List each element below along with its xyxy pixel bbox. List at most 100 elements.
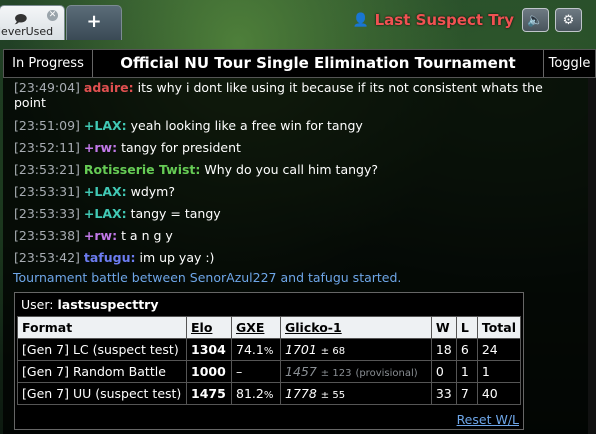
timestamp: [23:53:21] [14, 162, 80, 177]
plus-icon: + [86, 11, 102, 32]
reset-wl-link[interactable]: Reset W/L [457, 412, 519, 427]
chat-message: [23:53:33] +LAX: tangy = tangy [14, 206, 548, 221]
username-lax[interactable]: +LAX: [84, 206, 127, 221]
glicko-deviation: ± 55 [320, 390, 346, 401]
timestamp: [23:53:33] [14, 206, 80, 221]
gear-icon[interactable]: ⚙ [555, 8, 582, 32]
col-elo-label: Elo [191, 320, 213, 335]
username[interactable]: Last Suspect Try [375, 11, 514, 29]
message-text: tangy for president [121, 140, 241, 155]
table-row: [Gen 7] Random Battle 1000 – 1457 ± 123 … [17, 360, 522, 383]
chat-message: [23:53:38] +rw: t a n g y [14, 228, 548, 243]
cell-l: 1 [455, 360, 478, 383]
glicko-deviation: ± 68 [320, 346, 346, 357]
col-gxe-label: GXE [236, 320, 265, 335]
cell-l: 6 [455, 338, 478, 361]
cell-glicko: 1778 ± 55 [280, 382, 432, 405]
col-l: L [455, 316, 478, 339]
cell-elo: 1000 [186, 360, 232, 383]
message-text: yeah looking like a free win for tangy [130, 118, 363, 133]
col-glicko[interactable]: Glicko-1 [280, 316, 432, 339]
tournament-notice: Tournament battle between SenorAzul227 a… [13, 270, 402, 285]
gxe-unit: % [263, 390, 274, 401]
user-bar: 👤 Last Suspect Try 🔈 ⚙ [352, 8, 582, 32]
new-tab-button[interactable]: + [66, 5, 122, 40]
col-gxe[interactable]: GXE [231, 316, 281, 339]
table-header-row: Format Elo GXE Glicko-1 W L Total [17, 316, 522, 339]
cell-l: 7 [455, 382, 478, 405]
timestamp: [23:53:38] [14, 228, 80, 243]
glicko-value: 1457 [285, 364, 317, 379]
ladder-user-name: lastsuspecttry [57, 297, 159, 312]
chat-message: [23:52:11] +rw: tangy for president [14, 140, 548, 155]
gxe-value: 74.1 [236, 342, 264, 357]
username-rw[interactable]: +rw: [84, 140, 117, 155]
cell-total: 1 [476, 360, 522, 383]
chat-message: [23:49:04] adaire: its why i dont like u… [14, 80, 548, 110]
cell-w: 33 [430, 382, 457, 405]
username-tafugu[interactable]: tafugu: [84, 250, 136, 265]
chat-message: [23:53:21] Rotisserie Twist: Why do you … [14, 162, 548, 177]
ladder-user-line: User: lastsuspecttry [21, 297, 158, 312]
toggle-button[interactable]: Toggle [543, 50, 595, 77]
timestamp: [23:53:42] [14, 250, 80, 265]
username-lax[interactable]: +LAX: [84, 118, 127, 133]
cell-gxe: – [231, 360, 281, 383]
glicko-value: 1701 [285, 342, 317, 357]
username-rw[interactable]: +rw: [84, 228, 117, 243]
chat-message: [23:51:09] +LAX: yeah looking like a fre… [14, 118, 548, 133]
message-text: tangy = tangy [130, 206, 221, 221]
cell-total: 40 [476, 382, 522, 405]
cell-elo: 1475 [186, 382, 232, 405]
chat-message: [23:53:42] tafugu: im up yay :) [14, 250, 548, 265]
timestamp: [23:51:09] [14, 118, 80, 133]
glicko-value: 1778 [285, 386, 317, 401]
cell-gxe: 81.2% [231, 382, 281, 405]
message-text: im up yay :) [139, 250, 215, 265]
message-text: wdym? [130, 184, 175, 199]
username-rotisserie-twist[interactable]: Rotisserie Twist: [84, 162, 201, 177]
table-row: [Gen 7] UU (suspect test) 1475 81.2% 177… [17, 382, 522, 405]
speaker-icon[interactable]: 🔈 [522, 8, 549, 32]
cell-elo: 1304 [186, 338, 232, 361]
col-glicko-label: Glicko-1 [285, 320, 342, 335]
gxe-value: 81.2 [236, 386, 264, 401]
cell-w: 0 [430, 360, 457, 383]
cell-format: [Gen 7] UU (suspect test) [17, 382, 187, 405]
cell-gxe: 74.1% [231, 338, 281, 361]
message-text: Why do you call him tangy? [204, 162, 378, 177]
glicko-note: (provisional) [355, 368, 418, 379]
tab-room[interactable]: 🗩 ✕ leverUsed [0, 5, 65, 40]
col-format: Format [17, 316, 187, 339]
in-progress-button[interactable]: In Progress [4, 50, 93, 77]
tab-room-label: leverUsed [0, 25, 54, 38]
gxe-value: – [236, 364, 243, 379]
scrollbar[interactable] [588, 78, 596, 434]
room-title: Official NU Tour Single Elimination Tour… [120, 54, 516, 72]
ladder-box: User: lastsuspecttry Format Elo GXE Glic… [14, 292, 524, 430]
cell-format: [Gen 7] Random Battle [17, 360, 187, 383]
cell-glicko: 1701 ± 68 [280, 338, 432, 361]
ratings-table: Format Elo GXE Glicko-1 W L Total [Gen 7… [17, 316, 522, 405]
cell-total: 24 [476, 338, 522, 361]
cell-w: 18 [430, 338, 457, 361]
user-icon: 👤 [352, 12, 369, 28]
username-adaire[interactable]: adaire: [84, 80, 134, 95]
message-text: t a n g y [121, 228, 173, 243]
username-lax[interactable]: +LAX: [84, 184, 127, 199]
cell-format: [Gen 7] LC (suspect test) [17, 338, 187, 361]
timestamp: [23:53:31] [14, 184, 80, 199]
close-icon[interactable]: ✕ [47, 10, 58, 21]
ladder-user-label: User: [21, 297, 54, 312]
glicko-deviation: ± 123 [320, 368, 352, 379]
chat-log[interactable]: [23:49:04] adaire: its why i dont like u… [3, 78, 596, 434]
col-w: W [430, 316, 457, 339]
timestamp: [23:49:04] [14, 80, 80, 95]
col-elo[interactable]: Elo [186, 316, 232, 339]
table-row: [Gen 7] LC (suspect test) 1304 74.1% 170… [17, 338, 522, 361]
room-header: In Progress Official NU Tour Single Elim… [3, 49, 596, 78]
cell-glicko: 1457 ± 123 (provisional) [280, 360, 432, 383]
chat-message: [23:53:31] +LAX: wdym? [14, 184, 548, 199]
timestamp: [23:52:11] [14, 140, 80, 155]
col-total: Total [476, 316, 522, 339]
